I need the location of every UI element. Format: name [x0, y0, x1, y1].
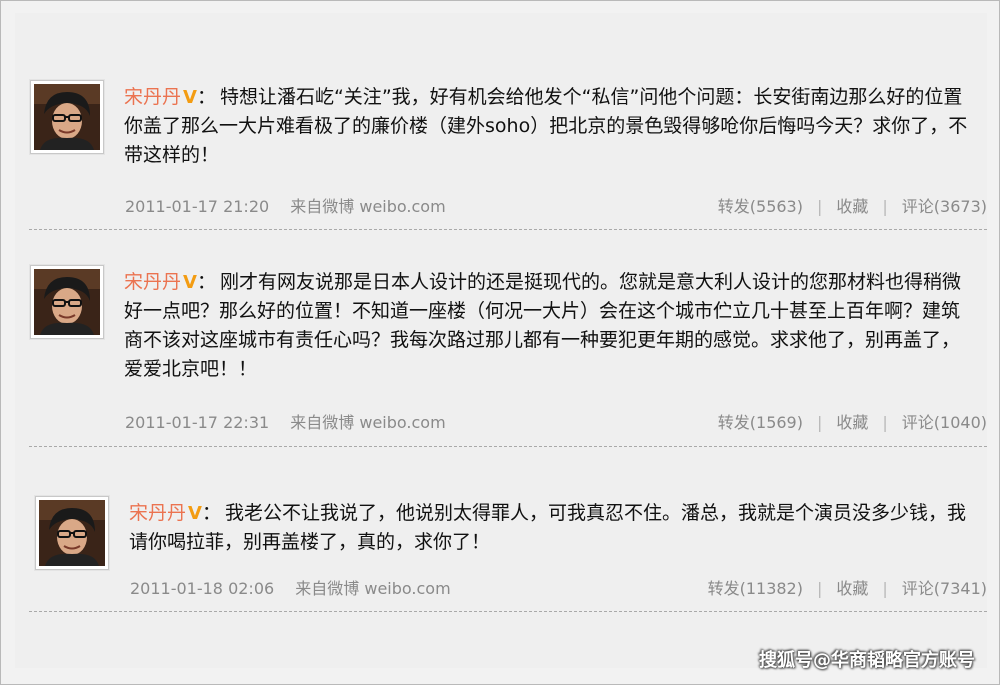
favorite-button[interactable]: 收藏: [836, 579, 868, 598]
colon: ：: [196, 271, 216, 293]
user-photo-icon: [39, 500, 105, 566]
username-link[interactable]: 宋丹丹: [124, 86, 181, 108]
colon: ：: [196, 86, 216, 108]
post-source[interactable]: 来自微博 weibo.com: [295, 579, 450, 598]
repost-button[interactable]: 转发(5563): [718, 197, 803, 216]
screenshot-frame: 宋丹丹 V： 特想让潘石屹“关注”我，好有机会给他发个“私信”问他个问题：长安街南边…: [0, 0, 1000, 685]
divider: |: [882, 197, 888, 216]
post-actions: 转发(5563) | 收藏 | 评论(3673): [718, 193, 987, 217]
post-meta: 2011-01-17 22:31 来自微博 weibo.com: [125, 409, 446, 433]
comment-button[interactable]: 评论(7341): [902, 579, 987, 598]
favorite-button[interactable]: 收藏: [836, 413, 868, 432]
avatar[interactable]: [30, 265, 104, 339]
post-text: 特想让潘石屹“关注”我，好有机会给他发个“私信”问他个问题：长安街南边那么好的位…: [124, 86, 968, 166]
divider: |: [882, 413, 888, 432]
favorite-button[interactable]: 收藏: [836, 197, 868, 216]
post-meta: 2011-01-17 21:20 来自微博 weibo.com: [125, 193, 446, 217]
post-actions: 转发(11382) | 收藏 | 评论(7341): [708, 575, 987, 599]
user-photo-icon: [34, 269, 100, 335]
post-separator: [29, 446, 987, 447]
post-source[interactable]: 来自微博 weibo.com: [290, 413, 445, 432]
verified-badge-icon: V: [188, 503, 202, 524]
comment-button[interactable]: 评论(1040): [902, 413, 987, 432]
post-content: 宋丹丹 V： 刚才有网友说那是日本人设计的还是挺现代的。您就是意大利人设计的您那材料…: [124, 268, 974, 384]
post-separator: [29, 611, 987, 612]
post-content: 宋丹丹 V： 我老公不让我说了，他说别太得罪人，可我真忍不住。潘总，我就是个演员没多…: [129, 499, 974, 557]
divider: |: [816, 197, 823, 216]
divider: |: [816, 579, 823, 598]
watermark: 搜狐号@华商韬略官方账号: [759, 650, 975, 671]
post-timestamp[interactable]: 2011-01-17 22:31: [125, 413, 269, 432]
verified-badge-icon: V: [183, 272, 197, 293]
user-photo-icon: [34, 84, 100, 150]
post-timestamp[interactable]: 2011-01-18 02:06: [130, 579, 274, 598]
comment-button[interactable]: 评论(3673): [902, 197, 987, 216]
avatar[interactable]: [30, 80, 104, 154]
repost-button[interactable]: 转发(11382): [708, 579, 803, 598]
weibo-feed: 宋丹丹 V： 特想让潘石屹“关注”我，好有机会给他发个“私信”问他个问题：长安街南边…: [15, 13, 987, 668]
post-content: 宋丹丹 V： 特想让潘石屹“关注”我，好有机会给他发个“私信”问他个问题：长安街南边…: [124, 83, 974, 170]
repost-button[interactable]: 转发(1569): [718, 413, 803, 432]
colon: ：: [201, 502, 221, 524]
post-timestamp[interactable]: 2011-01-17 21:20: [125, 197, 269, 216]
post-source[interactable]: 来自微博 weibo.com: [290, 197, 445, 216]
verified-badge-icon: V: [183, 87, 197, 108]
post-text: 我老公不让我说了，他说别太得罪人，可我真忍不住。潘总，我就是个演员没多少钱，我请…: [129, 502, 966, 553]
username-link[interactable]: 宋丹丹: [129, 502, 186, 524]
post-separator: [29, 229, 987, 230]
divider: |: [816, 413, 823, 432]
divider: |: [882, 579, 888, 598]
post-actions: 转发(1569) | 收藏 | 评论(1040): [718, 409, 987, 433]
username-link[interactable]: 宋丹丹: [124, 271, 181, 293]
post-meta: 2011-01-18 02:06 来自微博 weibo.com: [130, 575, 451, 599]
post-text: 刚才有网友说那是日本人设计的还是挺现代的。您就是意大利人设计的您那材料也得稍微好…: [124, 271, 961, 380]
avatar[interactable]: [35, 496, 109, 570]
